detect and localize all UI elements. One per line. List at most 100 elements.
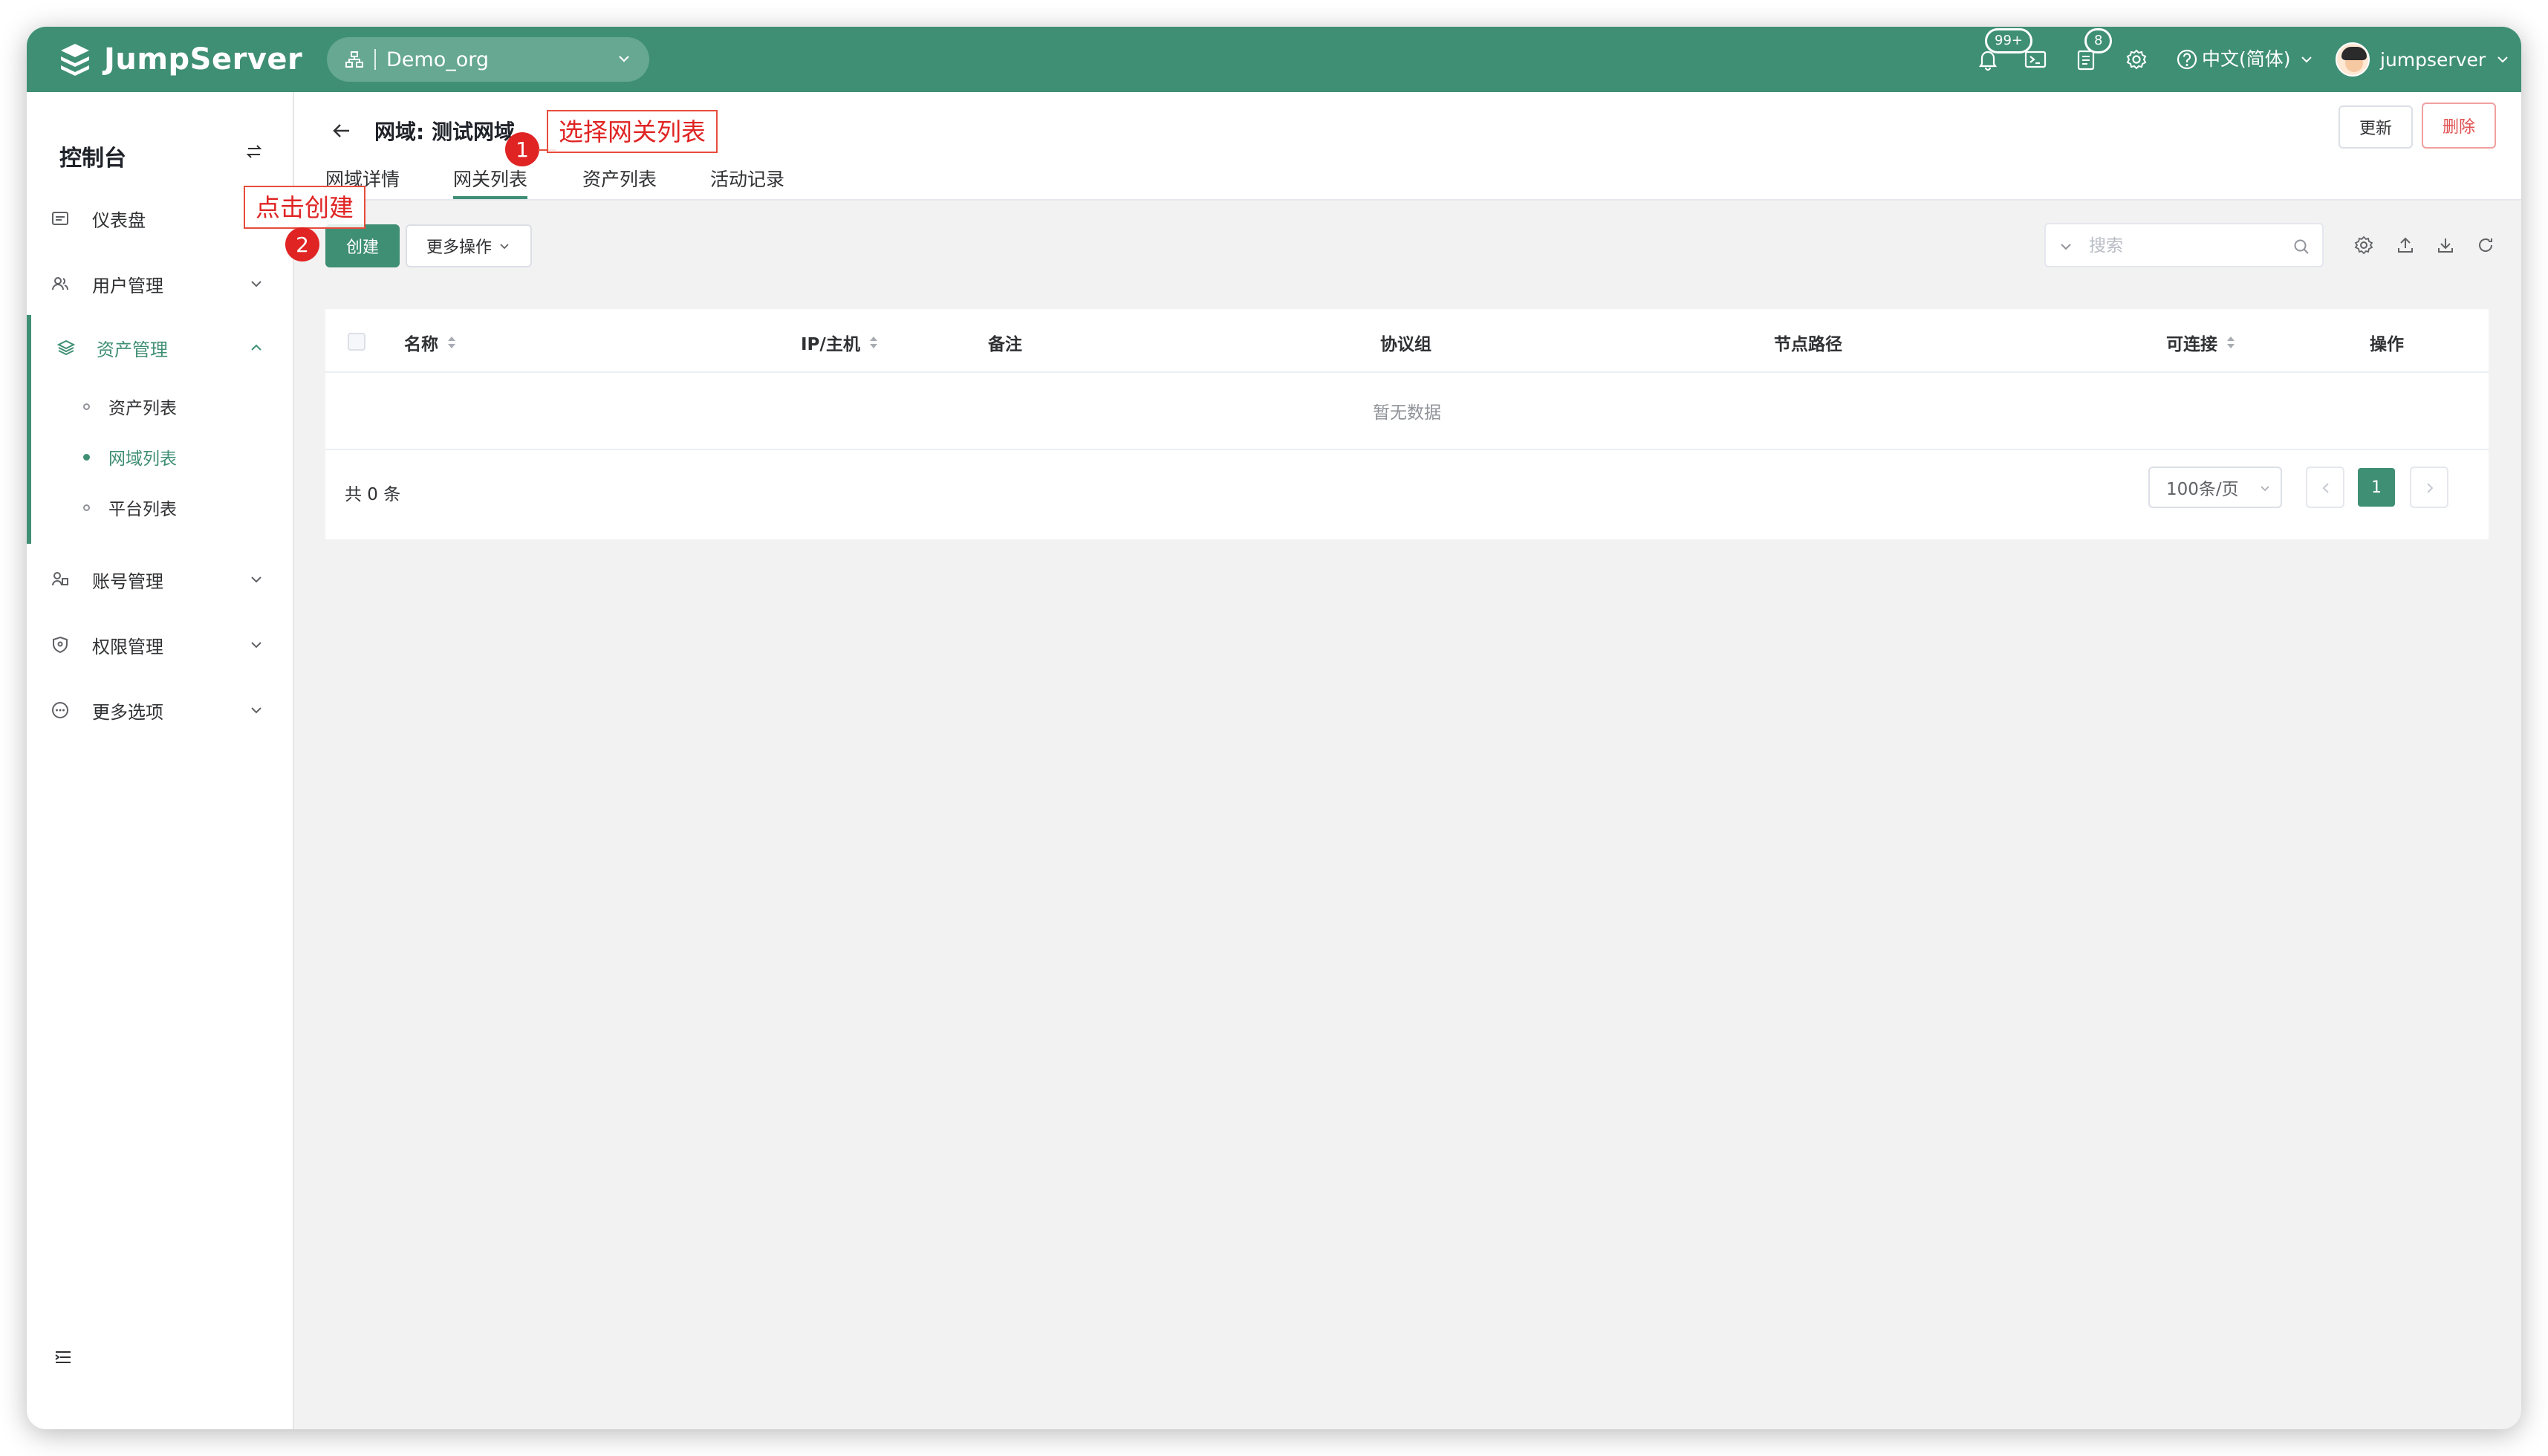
collapse-sidebar-icon[interactable] xyxy=(53,1348,73,1367)
sidebar: 控制台 仪表盘 用户管理 资产管理 资产列表 网域列表 平台列表 账号管理 权限… xyxy=(27,92,294,1429)
sidebar-item-label: 账号管理 xyxy=(92,571,163,592)
select-all-checkbox[interactable] xyxy=(348,333,365,351)
sidebar-item-label: 更多选项 xyxy=(92,701,163,723)
upload-icon[interactable] xyxy=(2395,235,2416,256)
annotation-step-2-label: 点击创建 xyxy=(244,186,365,229)
sidebar-item-users[interactable]: 用户管理 xyxy=(27,256,293,312)
gateway-table: 名称 IP/主机 备注 协议组 节点路径 可连接 操作 暂无数据 共 0 条 1… xyxy=(325,309,2489,539)
chevron-down-icon xyxy=(2261,486,2269,492)
chevron-down-icon xyxy=(251,707,261,714)
chevron-down-icon xyxy=(619,56,629,62)
sidebar-subitem-asset-list[interactable]: 资产列表 xyxy=(27,383,293,429)
switch-view-icon[interactable] xyxy=(244,141,264,162)
chevron-right-icon xyxy=(2427,483,2434,493)
page-size-label: 100条/页 xyxy=(2166,480,2239,499)
sidebar-item-accounts[interactable]: 账号管理 xyxy=(27,551,293,608)
sort-icon xyxy=(869,337,877,348)
prev-page-button[interactable] xyxy=(2306,467,2344,508)
chevron-down-icon[interactable] xyxy=(2058,238,2074,255)
next-page-button[interactable] xyxy=(2410,467,2448,508)
bullet-icon xyxy=(83,453,90,461)
top-navbar: JumpServer Demo_org 99+ 8 中文(简体) jumpser… xyxy=(27,27,2521,92)
column-header-actions: 操作 xyxy=(2370,335,2404,354)
column-header-connectivity[interactable]: 可连接 xyxy=(2166,330,2237,355)
search-icon[interactable] xyxy=(2292,238,2310,256)
search-input[interactable] xyxy=(2089,232,2282,260)
page-title: 网域: 测试网域 xyxy=(374,120,515,144)
download-icon[interactable] xyxy=(2435,235,2456,256)
main-content: 网域: 测试网域 网域详情 网关列表 资产列表 活动记录 更新 删除 创建 更多… xyxy=(294,92,2521,1429)
chevron-down-icon xyxy=(251,281,261,287)
total-count: 共 0 条 xyxy=(345,485,401,504)
column-header-protocols: 协议组 xyxy=(1380,335,1431,354)
shield-icon xyxy=(53,636,68,654)
tab-activity-log[interactable]: 活动记录 xyxy=(710,165,784,192)
dashboard-icon xyxy=(52,212,68,225)
column-header-node-path: 节点路径 xyxy=(1774,335,1842,354)
sidebar-subitem-label: 平台列表 xyxy=(108,500,177,519)
more-icon xyxy=(52,702,68,718)
users-icon xyxy=(52,277,68,290)
sidebar-item-permissions[interactable]: 权限管理 xyxy=(27,617,293,673)
annotation-step-1-label: 选择网关列表 xyxy=(547,110,718,153)
organization-name: Demo_org xyxy=(386,48,490,71)
layers-icon xyxy=(56,339,76,356)
bullet-icon xyxy=(83,403,90,410)
avatar xyxy=(2336,42,2370,77)
tab-asset-list[interactable]: 资产列表 xyxy=(582,165,657,192)
sidebar-subitem-platform-list[interactable]: 平台列表 xyxy=(27,484,293,530)
web-terminal-icon[interactable] xyxy=(2024,48,2047,71)
chevron-down-icon xyxy=(500,244,509,250)
search-box xyxy=(2044,223,2324,267)
refresh-icon[interactable] xyxy=(2475,235,2496,256)
tasks-badge: 8 xyxy=(2084,28,2113,53)
app-window: JumpServer Demo_org 99+ 8 中文(简体) jumpser… xyxy=(27,27,2521,1429)
column-header-name[interactable]: 名称 xyxy=(404,330,458,355)
chevron-down-icon xyxy=(251,576,261,583)
brand-logo[interactable]: JumpServer xyxy=(56,40,302,79)
annotation-step-1-badge: 1 xyxy=(505,132,539,166)
language-select[interactable]: 中文(简体) xyxy=(2202,43,2315,76)
sidebar-subitem-label: 资产列表 xyxy=(108,399,177,418)
page-size-select[interactable]: 100条/页 xyxy=(2148,467,2282,508)
sidebar-item-label: 仪表盘 xyxy=(92,209,146,231)
organization-select[interactable]: Demo_org xyxy=(327,37,649,82)
back-arrow-icon[interactable] xyxy=(330,119,354,143)
chevron-down-icon xyxy=(2497,56,2508,63)
bullet-icon xyxy=(83,504,90,511)
sidebar-subitem-domain-list[interactable]: 网域列表 xyxy=(27,434,293,480)
delete-button[interactable]: 删除 xyxy=(2422,103,2496,149)
sidebar-subitem-label: 网域列表 xyxy=(108,449,177,469)
create-button[interactable]: 创建 xyxy=(325,224,400,267)
sidebar-item-label: 权限管理 xyxy=(92,636,163,657)
sort-icon xyxy=(448,337,455,348)
sidebar-item-label: 用户管理 xyxy=(92,275,163,296)
chevron-left-icon xyxy=(2322,483,2329,493)
column-header-ip-host[interactable]: IP/主机 xyxy=(801,330,880,355)
help-icon[interactable] xyxy=(2175,48,2199,71)
tab-gateway-list[interactable]: 网关列表 xyxy=(453,165,527,192)
chevron-up-icon xyxy=(251,344,261,351)
language-label: 中文(简体) xyxy=(2202,48,2291,70)
table-toolbar: 创建 更多操作 xyxy=(294,201,2521,267)
sidebar-item-label: 资产管理 xyxy=(97,339,168,360)
more-actions-button[interactable]: 更多操作 xyxy=(406,224,532,267)
column-header-comment: 备注 xyxy=(988,335,1022,354)
table-settings-icon[interactable] xyxy=(2353,235,2374,256)
organization-icon xyxy=(345,51,363,68)
active-tab-underline xyxy=(453,196,527,199)
user-menu[interactable]: jumpserver xyxy=(2336,37,2511,82)
table-header-row: 名称 IP/主机 备注 协议组 节点路径 可连接 操作 xyxy=(325,309,2489,373)
annotation-step-2-badge: 2 xyxy=(285,227,319,261)
org-separator xyxy=(374,49,376,70)
empty-table-message: 暂无数据 xyxy=(325,373,2489,450)
chevron-down-icon xyxy=(251,642,261,649)
page-number-current[interactable]: 1 xyxy=(2358,468,2395,507)
chevron-down-icon xyxy=(2301,56,2312,63)
more-actions-label: 更多操作 xyxy=(426,238,492,257)
sidebar-item-more-options[interactable]: 更多选项 xyxy=(27,682,293,738)
sidebar-item-assets[interactable]: 资产管理 xyxy=(27,319,293,376)
settings-gear-icon[interactable] xyxy=(2125,48,2148,71)
update-button[interactable]: 更新 xyxy=(2339,105,2413,149)
username: jumpserver xyxy=(2380,48,2486,71)
